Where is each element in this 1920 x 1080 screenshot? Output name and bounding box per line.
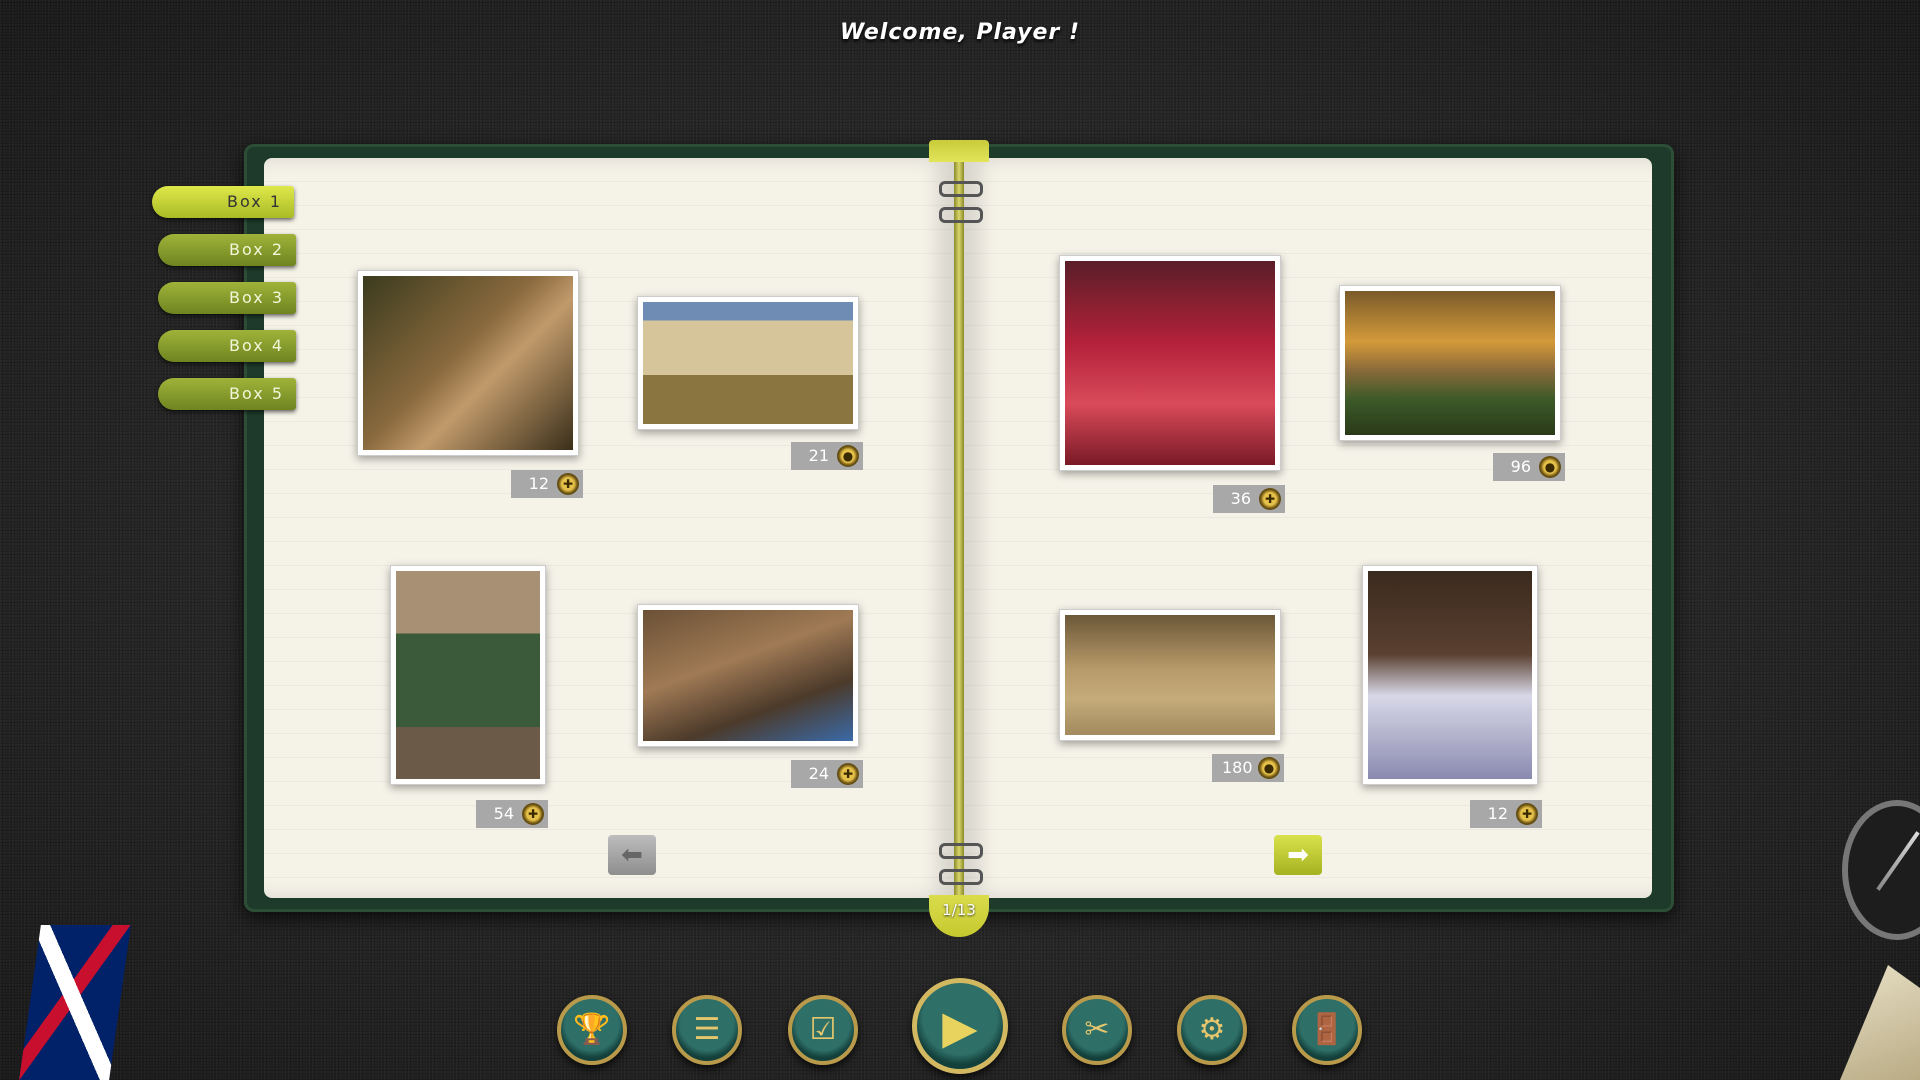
piece-count-badge: 24 ✚ (791, 760, 863, 788)
amphorae-image (1065, 615, 1275, 735)
coin-icon: ● (837, 445, 859, 467)
scissors-button[interactable]: ✂ (1062, 995, 1132, 1065)
piece-count: 96 (1510, 457, 1531, 476)
piece-count: 21 (808, 446, 829, 465)
uk-flag-language-button[interactable] (19, 925, 131, 1080)
castle-image (1345, 291, 1555, 435)
trophy-button[interactable]: 🏆 (557, 995, 627, 1065)
piece-icon: ✚ (1259, 488, 1281, 510)
map-paper-decoration (1840, 965, 1920, 1080)
piece-count-badge: 96 ● (1493, 453, 1565, 481)
piece-count-badge: 12 ✚ (1470, 800, 1542, 828)
binder-ring (939, 869, 983, 885)
piece-count: 24 (808, 764, 829, 783)
statue-image (363, 276, 573, 450)
binder-ring (939, 207, 983, 223)
puzzle-thumbnail-amphorae[interactable] (1059, 609, 1281, 741)
piece-count: 180 (1222, 758, 1253, 777)
puzzle-thumbnail-statue[interactable] (357, 270, 579, 456)
trophy-icon: 🏆 (573, 1012, 611, 1047)
play-button[interactable]: ▶ (912, 978, 1008, 1074)
settings-button[interactable]: ⚙ (1177, 995, 1247, 1065)
gear-icon: ⚙ (1198, 1012, 1226, 1047)
album-spine (954, 150, 964, 906)
puzzle-thumbnail-veiled-woman[interactable] (1059, 255, 1281, 471)
play-icon: ▶ (942, 1000, 978, 1054)
piece-count: 12 (528, 474, 549, 493)
piece-count: 54 (493, 804, 514, 823)
coin-icon: ● (1539, 456, 1561, 478)
woman-white-dress-image (1368, 571, 1532, 779)
tab-box-2[interactable]: Box 2 (158, 234, 296, 266)
veiled-woman-image (1065, 261, 1275, 465)
tab-box-4[interactable]: Box 4 (158, 330, 296, 362)
page-indicator: 1/13 (929, 895, 989, 937)
piece-count-badge: 36 ✚ (1213, 485, 1285, 513)
tab-box-3[interactable]: Box 3 (158, 282, 296, 314)
arrow-left-icon: ⬅ (621, 840, 643, 870)
piece-icon: ✚ (522, 803, 544, 825)
list-icon: ☰ (693, 1012, 721, 1047)
piece-icon: ✚ (557, 473, 579, 495)
bookmark-ribbon-top (929, 140, 989, 162)
puzzle-thumbnail-armor-gloves[interactable] (637, 604, 859, 747)
piece-count-badge: 54 ✚ (476, 800, 548, 828)
puzzle-thumbnail-castle[interactable] (1339, 285, 1561, 441)
piece-count-badge: 21 ● (791, 442, 863, 470)
clock-tower-image (643, 302, 853, 424)
coin-icon: ● (1258, 757, 1280, 779)
piece-icon: ✚ (837, 763, 859, 785)
tab-box-5[interactable]: Box 5 (158, 378, 296, 410)
next-page-button[interactable]: ➡ (1274, 835, 1322, 875)
piece-count-badge: 180 ● (1212, 754, 1284, 782)
piece-count-badge: 12 ✚ (511, 470, 583, 498)
puzzle-thumbnail-woman-white-dress[interactable] (1362, 565, 1538, 785)
checklist-button[interactable]: ☑ (788, 995, 858, 1065)
prev-page-button[interactable]: ⬅ (608, 835, 656, 875)
puzzle-thumbnail-bagpiper[interactable] (390, 565, 546, 785)
door-icon: 🚪 (1308, 1012, 1346, 1047)
scissors-icon: ✂ (1084, 1012, 1110, 1047)
piece-count: 12 (1487, 804, 1508, 823)
welcome-title: Welcome, Player ! (840, 20, 1080, 45)
binder-ring (939, 843, 983, 859)
bagpiper-image (396, 571, 540, 779)
piece-count: 36 (1230, 489, 1251, 508)
puzzle-thumbnail-clock-tower[interactable] (637, 296, 859, 430)
tab-box-1[interactable]: Box 1 (152, 186, 294, 218)
piece-icon: ✚ (1516, 803, 1538, 825)
arrow-right-icon: ➡ (1287, 840, 1309, 870)
leaderboard-button[interactable]: ☰ (672, 995, 742, 1065)
armor-gloves-image (643, 610, 853, 741)
exit-button[interactable]: 🚪 (1292, 995, 1362, 1065)
compass-icon (1842, 800, 1920, 940)
binder-ring (939, 181, 983, 197)
checkbox-icon: ☑ (809, 1012, 837, 1047)
